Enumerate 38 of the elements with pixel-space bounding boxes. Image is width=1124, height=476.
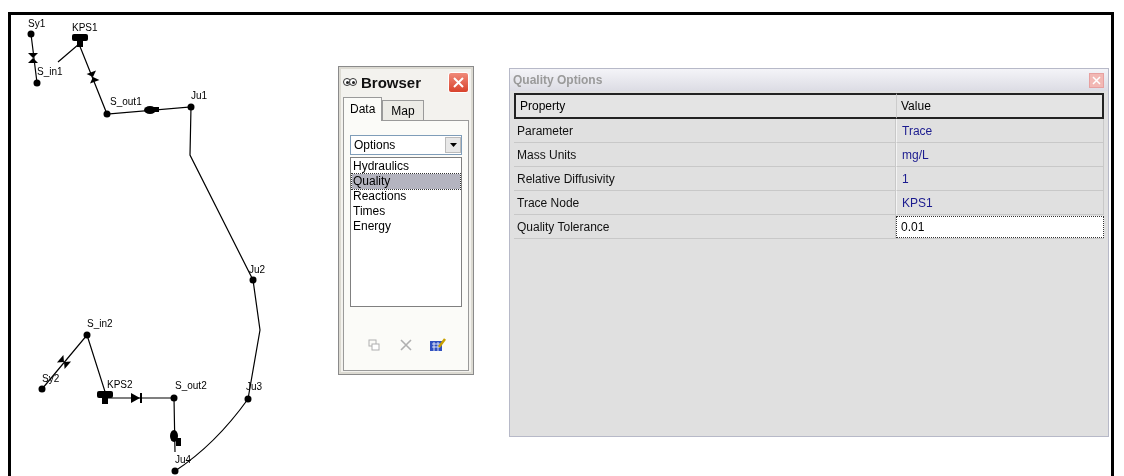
node-label: Ju2 <box>249 264 266 275</box>
column-header: Property <box>514 93 896 119</box>
property-cell: Parameter <box>514 119 896 143</box>
category-dropdown[interactable]: Options <box>350 135 462 155</box>
list-item[interactable]: Energy <box>352 219 460 234</box>
column-header: Value <box>896 93 1104 119</box>
edit-icon[interactable] <box>429 336 447 354</box>
window-title: Quality Options <box>513 73 604 87</box>
property-cell: Trace Node <box>514 191 896 215</box>
node-label: S_in2 <box>87 318 113 329</box>
close-icon <box>453 76 464 88</box>
node-label: S_out1 <box>110 96 142 107</box>
node-label: KPS1 <box>72 22 98 33</box>
tab[interactable]: Data <box>343 97 383 121</box>
node-label: Ju1 <box>191 90 208 101</box>
window-title: Browser <box>361 73 423 91</box>
node-label: S_in1 <box>37 66 63 77</box>
close-icon <box>1092 75 1101 85</box>
value-cell[interactable]: mg/L <box>896 143 1104 167</box>
tab[interactable]: Map <box>382 100 424 120</box>
node-label: KPS2 <box>107 379 133 390</box>
eyes-icon <box>343 77 357 87</box>
property-cell: Mass Units <box>514 143 896 167</box>
node-label: S_out2 <box>175 380 207 391</box>
node-label: Ju4 <box>175 454 192 465</box>
list-item[interactable]: Hydraulics <box>352 159 460 174</box>
node-label: Sy1 <box>28 18 46 29</box>
value-cell[interactable]: 1 <box>896 167 1104 191</box>
list-item[interactable]: Reactions <box>352 189 460 204</box>
property-cell: Relative Diffusivity <box>514 167 896 191</box>
value-cell[interactable]: KPS1 <box>896 191 1104 215</box>
dropdown-button[interactable] <box>445 137 461 153</box>
caret-icon <box>449 143 457 147</box>
list-item[interactable]: Quality <box>352 174 460 189</box>
list-item[interactable]: Times <box>352 204 460 219</box>
property-cell: Quality Tolerance <box>514 215 896 239</box>
value-cell[interactable]: Trace <box>896 119 1104 143</box>
value-field[interactable]: 0.01 <box>896 215 1104 238</box>
